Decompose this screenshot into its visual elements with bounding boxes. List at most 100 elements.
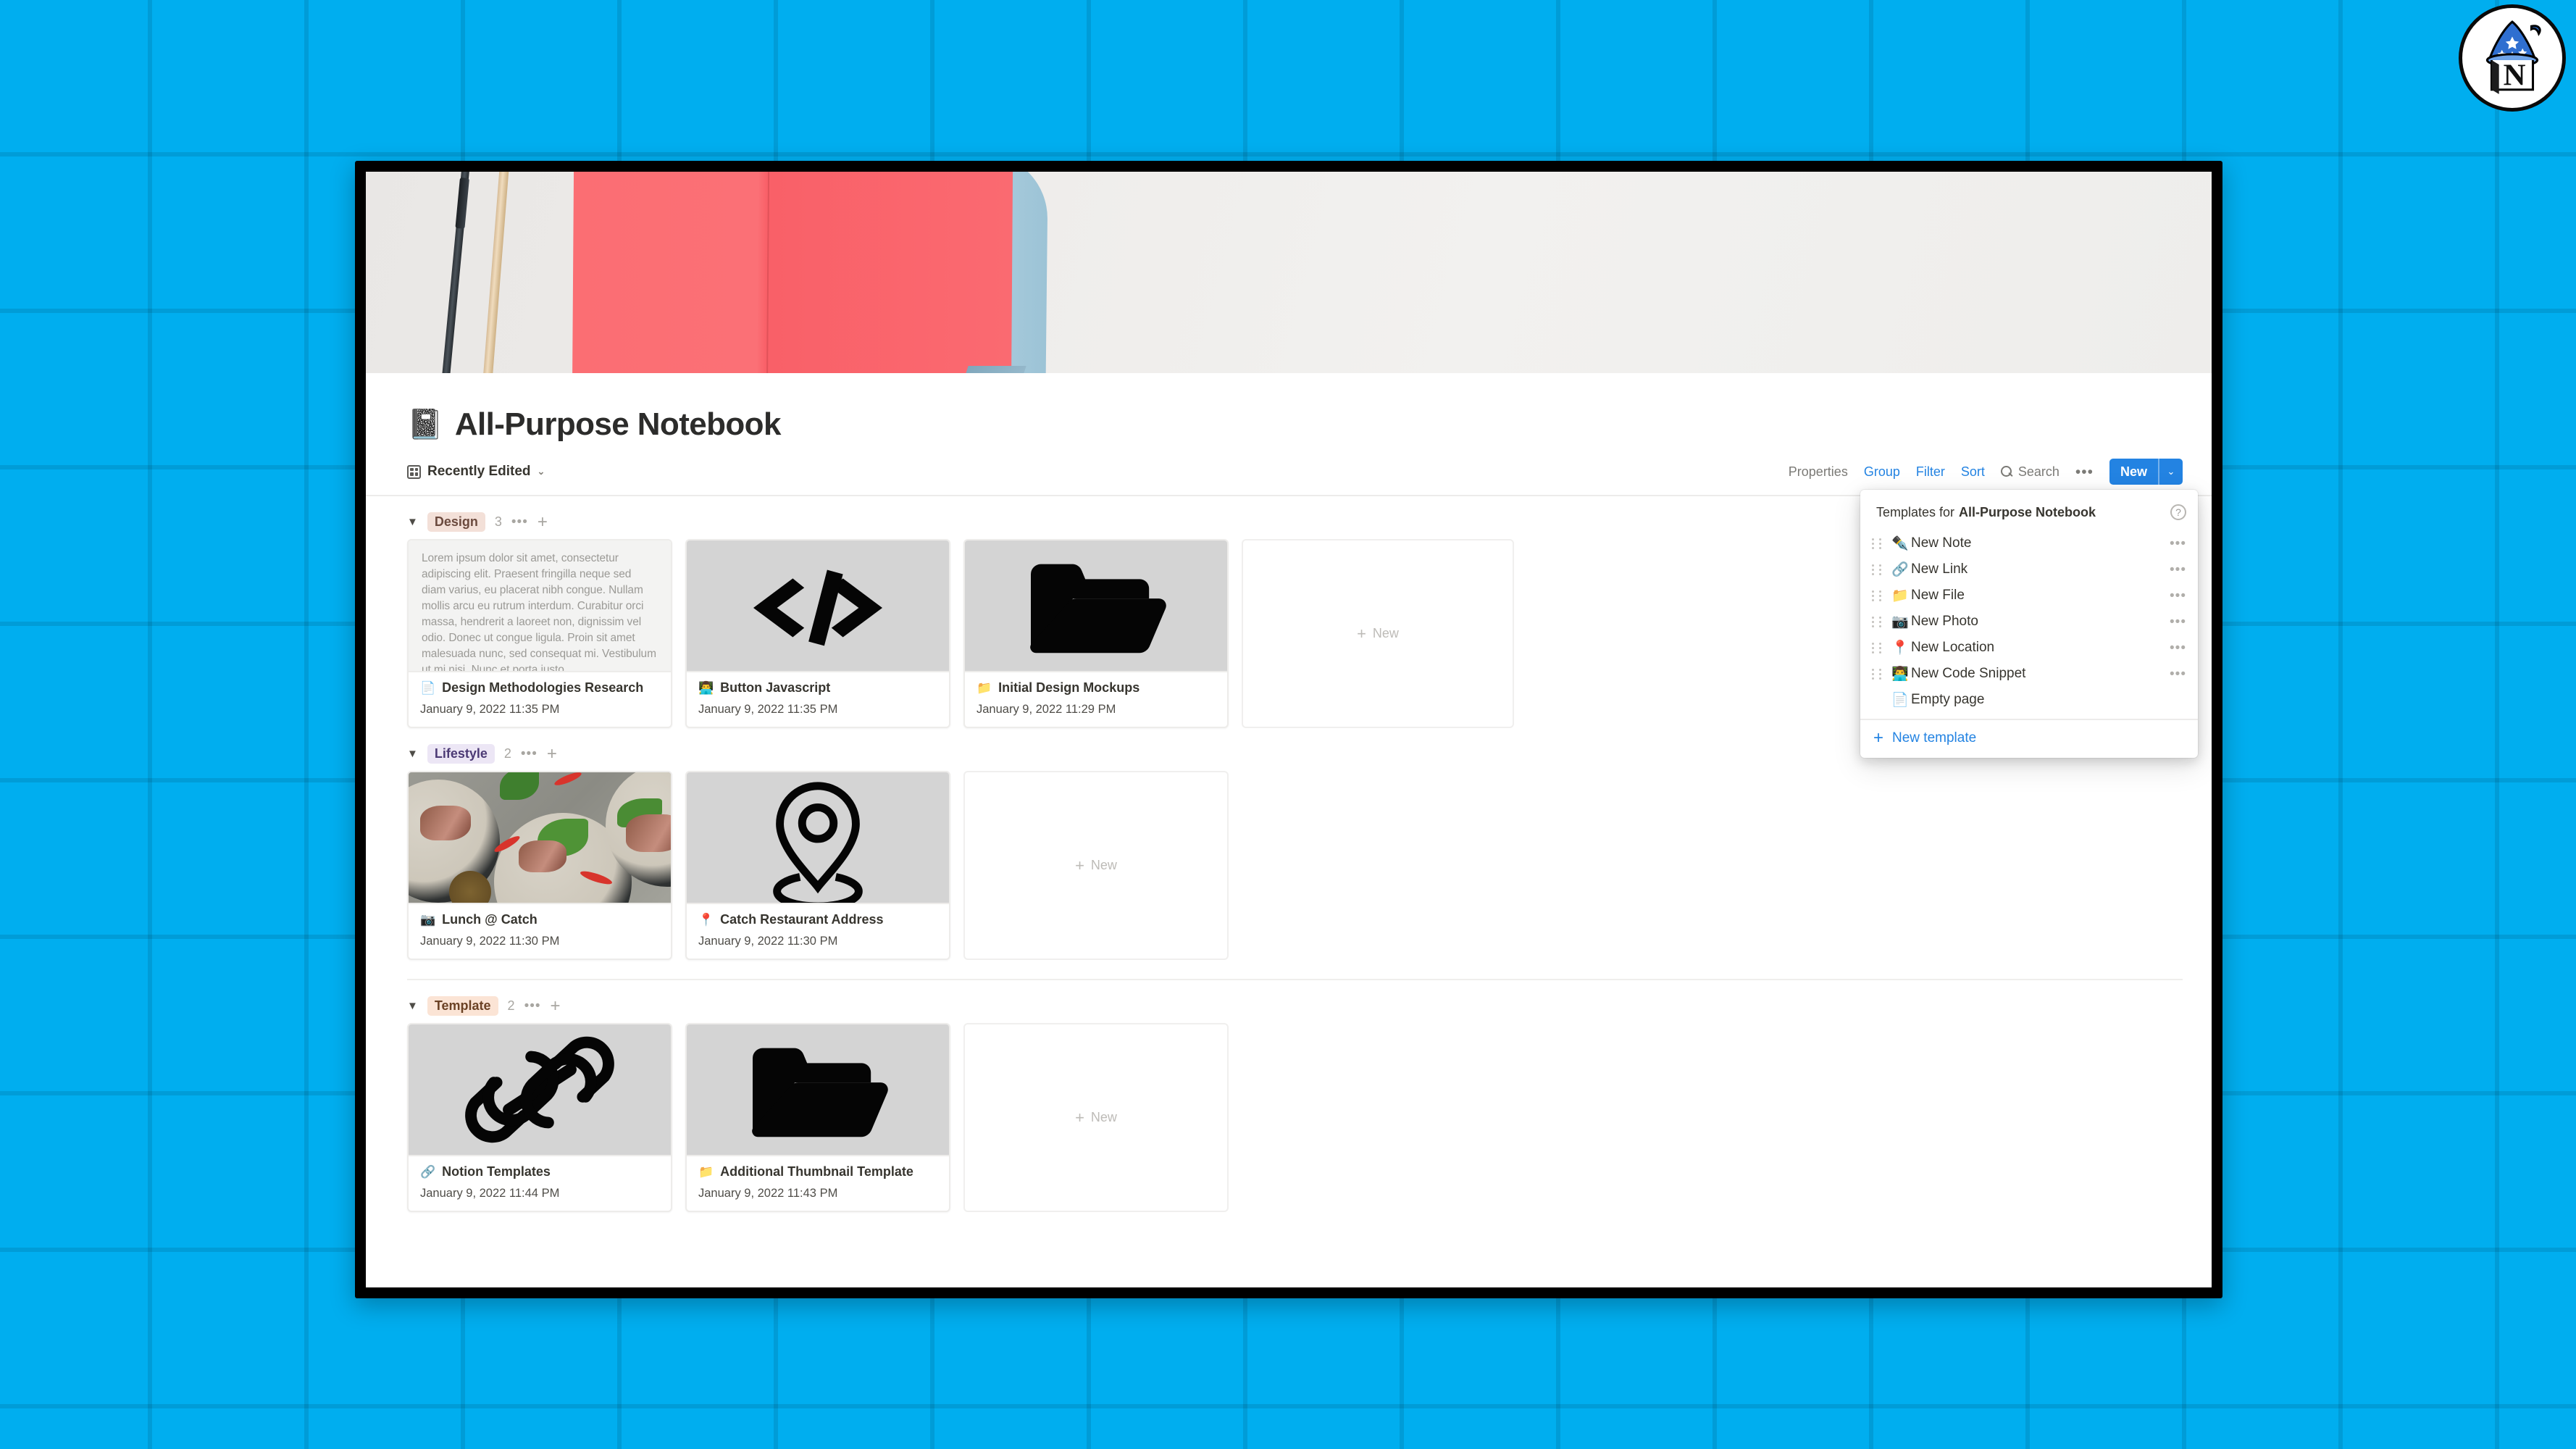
drag-handle-icon[interactable]	[1872, 564, 1883, 575]
card-title: 📁 Initial Design Mockups	[977, 680, 1216, 696]
view-tabs: Recently Edited ⌄	[407, 464, 545, 480]
template-item-label: New Link	[1911, 561, 1968, 577]
collapse-caret-icon[interactable]: ▼	[407, 748, 418, 759]
template-item-new-link[interactable]: 🔗 New Link •••	[1860, 556, 2198, 582]
gallery-view-icon	[407, 464, 421, 479]
card-date: January 9, 2022 11:29 PM	[977, 703, 1116, 716]
new-template-button[interactable]: + New template	[1860, 720, 2198, 758]
card-lunch-at-catch[interactable]: 📷 Lunch @ Catch January 9, 2022 11:30 PM	[407, 771, 672, 960]
card-thumbnail-link	[409, 1024, 671, 1155]
card-meta: 🔗 Notion Templates January 9, 2022 11:44…	[409, 1155, 671, 1211]
group-add-button[interactable]: +	[538, 513, 548, 530]
link-icon: 🔗	[1891, 562, 1909, 577]
wizard-hat-n-icon: N	[2485, 20, 2541, 94]
sort-button[interactable]: Sort	[1961, 464, 1985, 480]
template-item-label: New File	[1911, 588, 1965, 603]
template-item-options-button[interactable]: •••	[2170, 667, 2186, 681]
add-new-card-button[interactable]: + New	[1242, 539, 1514, 728]
new-dropdown-caret-icon[interactable]: ⌄	[2158, 459, 2183, 485]
card-design-methodologies-research[interactable]: Lorem ipsum dolor sit amet, consectetur …	[407, 539, 672, 728]
template-item-options-button[interactable]: •••	[2170, 563, 2186, 577]
search-label: Search	[2017, 464, 2059, 479]
card-date: January 9, 2022 11:30 PM	[698, 935, 838, 948]
drag-handle-icon[interactable]	[1872, 668, 1883, 680]
filter-button[interactable]: Filter	[1916, 464, 1945, 480]
card-title: 📍 Catch Restaurant Address	[698, 912, 937, 927]
group-count: 3	[494, 514, 502, 529]
document-icon: 📄	[1891, 693, 1909, 708]
card-additional-thumbnail-template[interactable]: 📁 Additional Thumbnail Template January …	[685, 1023, 950, 1212]
more-options-button[interactable]: •••	[2075, 464, 2094, 480]
card-notion-templates[interactable]: 🔗 Notion Templates January 9, 2022 11:44…	[407, 1023, 672, 1212]
code-brackets-icon	[753, 569, 883, 646]
add-new-card-button[interactable]: + New	[963, 771, 1229, 960]
group-button[interactable]: Group	[1864, 464, 1900, 480]
cover-image	[366, 172, 2212, 373]
card-date: January 9, 2022 11:43 PM	[698, 1187, 838, 1200]
template-item-new-file[interactable]: 📁 New File •••	[1860, 582, 2198, 609]
drag-handle-icon[interactable]	[1872, 590, 1883, 601]
template-item-options-button[interactable]: •••	[2170, 615, 2186, 629]
drag-handle-icon[interactable]	[1872, 616, 1883, 627]
group-add-button[interactable]: +	[547, 745, 557, 762]
template-item-options-button[interactable]: •••	[2170, 589, 2186, 603]
card-title-text: Notion Templates	[442, 1164, 551, 1179]
developer-icon: 👨‍💻	[1891, 667, 1909, 682]
template-item-empty-page[interactable]: 📄 Empty page	[1860, 687, 2198, 713]
group-options-button[interactable]: •••	[524, 999, 541, 1013]
card-thumbnail-food-photo	[409, 772, 671, 903]
template-item-new-location[interactable]: 📍 New Location •••	[1860, 635, 2198, 661]
card-title: 📄 Design Methodologies Research	[420, 680, 659, 696]
cards-row: 📷 Lunch @ Catch January 9, 2022 11:30 PM	[407, 771, 2212, 960]
group-add-button[interactable]: +	[551, 997, 561, 1014]
template-item-label: Empty page	[1911, 692, 1985, 707]
collapse-caret-icon[interactable]: ▼	[407, 1001, 418, 1011]
cards-row: 🔗 Notion Templates January 9, 2022 11:44…	[407, 1023, 2212, 1212]
template-item-options-button[interactable]: •••	[2170, 537, 2186, 551]
add-new-card-button[interactable]: + New	[963, 1023, 1229, 1212]
card-thumbnail-code	[687, 540, 949, 671]
card-initial-design-mockups[interactable]: 📁 Initial Design Mockups January 9, 2022…	[963, 539, 1229, 728]
group-chip-design: Design	[427, 512, 485, 532]
template-item-options-button[interactable]: •••	[2170, 641, 2186, 655]
card-thumbnail-folder	[687, 1024, 949, 1155]
plus-icon: +	[1075, 1108, 1084, 1127]
page-header: 📓 All-Purpose Notebook	[366, 373, 2212, 443]
templates-menu-header: Templates for All-Purpose Notebook ?	[1860, 496, 2198, 530]
template-item-label: New Photo	[1911, 614, 1978, 629]
templates-menu-header-target: All-Purpose Notebook	[1959, 504, 2096, 519]
help-icon[interactable]: ?	[2170, 504, 2186, 520]
card-date: January 9, 2022 11:35 PM	[420, 703, 560, 716]
view-tab-recently-edited[interactable]: Recently Edited ⌄	[407, 464, 545, 480]
pen-icon: ✒️	[1891, 536, 1909, 551]
new-button[interactable]: New	[2109, 459, 2158, 485]
location-pin-icon: 📍	[1891, 640, 1909, 656]
chain-link-icon	[465, 1036, 614, 1143]
template-item-new-code-snippet[interactable]: 👨‍💻 New Code Snippet •••	[1860, 661, 2198, 687]
card-preview-text: Lorem ipsum dolor sit amet, consectetur …	[422, 552, 656, 671]
template-item-label: New Note	[1911, 535, 1972, 551]
search-icon	[2000, 465, 2013, 478]
drag-handle-icon[interactable]	[1872, 538, 1883, 549]
card-catch-restaurant-address[interactable]: 📍 Catch Restaurant Address January 9, 20…	[685, 771, 950, 960]
search-button[interactable]: Search	[2000, 464, 2059, 480]
card-title-text: Initial Design Mockups	[998, 680, 1140, 695]
database-view-bar: Recently Edited ⌄ Properties Group Filte…	[366, 443, 2212, 496]
camera-icon: 📷	[420, 912, 436, 927]
collapse-caret-icon[interactable]: ▼	[407, 517, 418, 527]
card-title: 👨‍💻 Button Javascript	[698, 680, 937, 696]
drag-handle-icon[interactable]	[1872, 642, 1883, 653]
notion-wizard-logo: N	[2459, 4, 2566, 112]
view-actions: Properties Group Filter Sort Search ••• …	[1789, 459, 2183, 485]
card-meta: 📷 Lunch @ Catch January 9, 2022 11:30 PM	[409, 903, 671, 959]
card-date: January 9, 2022 11:44 PM	[420, 1187, 560, 1200]
group-options-button[interactable]: •••	[521, 747, 538, 761]
template-item-new-note[interactable]: ✒️ New Note •••	[1860, 530, 2198, 556]
group-section-template: ▼ Template 2 ••• + 🔗 Notion Templates Ja…	[366, 980, 2212, 1212]
template-item-new-photo[interactable]: 📷 New Photo •••	[1860, 609, 2198, 635]
cover-pink-notebook	[572, 172, 1013, 373]
group-options-button[interactable]: •••	[511, 515, 528, 529]
properties-button[interactable]: Properties	[1789, 464, 1848, 480]
folder-icon: 📁	[977, 680, 992, 695]
card-button-javascript[interactable]: 👨‍💻 Button Javascript January 9, 2022 11…	[685, 539, 950, 728]
